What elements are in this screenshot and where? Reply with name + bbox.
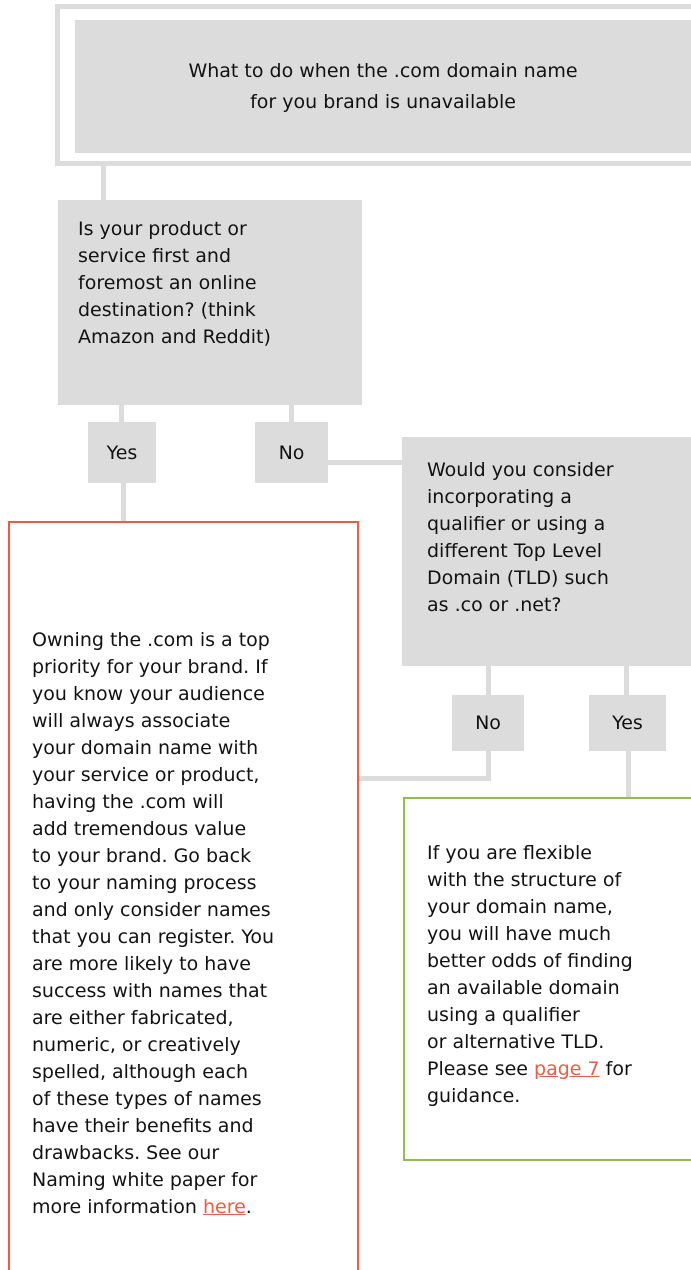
connector-q2-to-no xyxy=(486,666,491,695)
question-line: qualifier or using a xyxy=(427,513,606,535)
answer-line: having the .com will xyxy=(32,791,224,813)
diagram-title: What to do when the .com domain name for… xyxy=(75,20,691,153)
connector-yes-to-flexible xyxy=(626,751,631,797)
answer-line: with the structure of xyxy=(427,869,622,891)
answer-line: you know your audience xyxy=(32,683,265,705)
label-yes: Yes xyxy=(88,422,156,483)
answer-last-suffix: . xyxy=(245,1196,252,1218)
answer-line: better odds of finding xyxy=(427,950,633,972)
answer-line: your domain name, xyxy=(427,896,613,918)
question-line: Domain (TLD) such xyxy=(427,567,609,589)
answer-line: or alternative TLD. xyxy=(427,1031,605,1053)
answer-flexible: If you are flexible with the structure o… xyxy=(403,797,691,1161)
answer-last-prefix: more information xyxy=(32,1196,203,1218)
here-link[interactable]: here xyxy=(203,1196,246,1218)
answer-last-line: more information here. xyxy=(32,1194,357,1221)
answer-line: are more likely to have xyxy=(32,953,251,975)
answer-line: that you can register. You xyxy=(32,926,275,948)
connector-no-to-answer xyxy=(359,776,491,781)
connector-title-to-q1 xyxy=(101,166,106,200)
question-line: incorporating a xyxy=(427,486,572,508)
answer-line: using a qualifier xyxy=(427,1004,580,1026)
title-line-1: What to do when the .com domain name xyxy=(188,59,578,82)
connector-q1-to-no xyxy=(289,405,294,422)
connector-q1-to-yes xyxy=(119,405,124,422)
connector-no-down xyxy=(486,751,491,779)
answer-line: have their benefits and xyxy=(32,1115,254,1137)
answer-line: an available domain xyxy=(427,977,620,999)
answer-line: spelled, although each xyxy=(32,1061,249,1083)
answer-line: numeric, or creatively xyxy=(32,1034,241,1056)
connector-q2-to-yes xyxy=(624,666,629,695)
question-online-destination: Is your product or service first and for… xyxy=(58,200,362,405)
answer-line: success with names that xyxy=(32,980,268,1002)
answer-line: add tremendous value xyxy=(32,818,247,840)
answer-own-com: Owning the .com is a top priority for yo… xyxy=(8,521,359,1270)
answer-line: you will have much xyxy=(427,923,612,945)
answer-line: Naming white paper for xyxy=(32,1169,258,1191)
connector-yes-to-answer xyxy=(121,483,126,521)
question-line: Amazon and Reddit) xyxy=(78,326,271,348)
answer-link-line: Please see page 7 for xyxy=(427,1056,691,1083)
label-yes-2: Yes xyxy=(589,695,666,751)
answer-line: and only consider names xyxy=(32,899,271,921)
question-qualifier-tld: Would you consider incorporating a quali… xyxy=(402,437,691,666)
answer-line: to your naming process xyxy=(32,872,257,894)
question-line: Is your product or xyxy=(78,218,247,240)
answer-line: If you are flexible xyxy=(427,842,592,864)
question-line: foremost an online xyxy=(78,272,257,294)
answer-line: drawbacks. See our xyxy=(32,1142,220,1164)
answer-line: are either fabricated, xyxy=(32,1007,234,1029)
answer-line: to your brand. Go back xyxy=(32,845,252,867)
answer-link-suffix: for xyxy=(599,1058,632,1080)
answer-line: Owning the .com is a top xyxy=(32,629,270,651)
answer-line: your service or product, xyxy=(32,764,260,786)
label-no-2: No xyxy=(452,695,524,751)
page-7-link[interactable]: page 7 xyxy=(534,1058,600,1080)
answer-line: priority for your brand. If xyxy=(32,656,268,678)
question-line: different Top Level xyxy=(427,540,602,562)
question-line: Would you consider xyxy=(427,459,614,481)
answer-line: of these types of names xyxy=(32,1088,262,1110)
answer-line: your domain name with xyxy=(32,737,259,759)
label-no: No xyxy=(255,422,328,483)
answer-link-prefix: Please see xyxy=(427,1058,535,1080)
title-line-2: for you brand is unavailable xyxy=(250,90,516,113)
question-line: destination? (think xyxy=(78,299,256,321)
answer-line: will always associate xyxy=(32,710,231,732)
question-line: as .co or .net? xyxy=(427,594,562,616)
question-line: service first and xyxy=(78,245,232,267)
answer-line: guidance. xyxy=(427,1085,521,1107)
connector-no-to-q2 xyxy=(328,460,402,465)
